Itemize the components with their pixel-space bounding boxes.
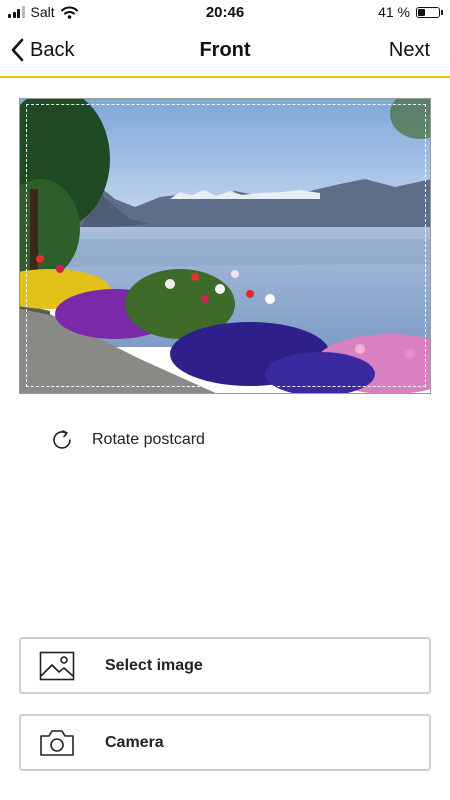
status-bar: Salt 20:46 41 % <box>0 0 450 26</box>
battery-icon <box>416 6 443 18</box>
nav-divider <box>0 76 450 78</box>
chevron-left-icon <box>11 38 24 62</box>
battery-level <box>418 8 426 16</box>
battery-percentage: 41 % <box>378 4 410 20</box>
rotate-postcard-button[interactable]: Rotate postcard <box>50 428 205 452</box>
next-button[interactable]: Next <box>389 39 430 62</box>
rotate-icon <box>53 430 71 449</box>
camera-button[interactable]: Camera <box>19 714 431 771</box>
back-label: Back <box>30 38 75 61</box>
rotate-postcard-label: Rotate postcard <box>92 431 205 448</box>
camera-label: Camera <box>105 734 164 751</box>
select-image-button[interactable]: Select image <box>19 637 431 694</box>
lake-landscape-image <box>20 99 430 393</box>
navigation-bar: Back Front Next <box>0 26 450 76</box>
postcard-photo[interactable] <box>19 98 431 394</box>
camera-icon <box>40 730 74 756</box>
back-button[interactable]: Back <box>10 38 74 62</box>
image-icon <box>39 651 75 681</box>
select-image-label: Select image <box>105 657 203 674</box>
